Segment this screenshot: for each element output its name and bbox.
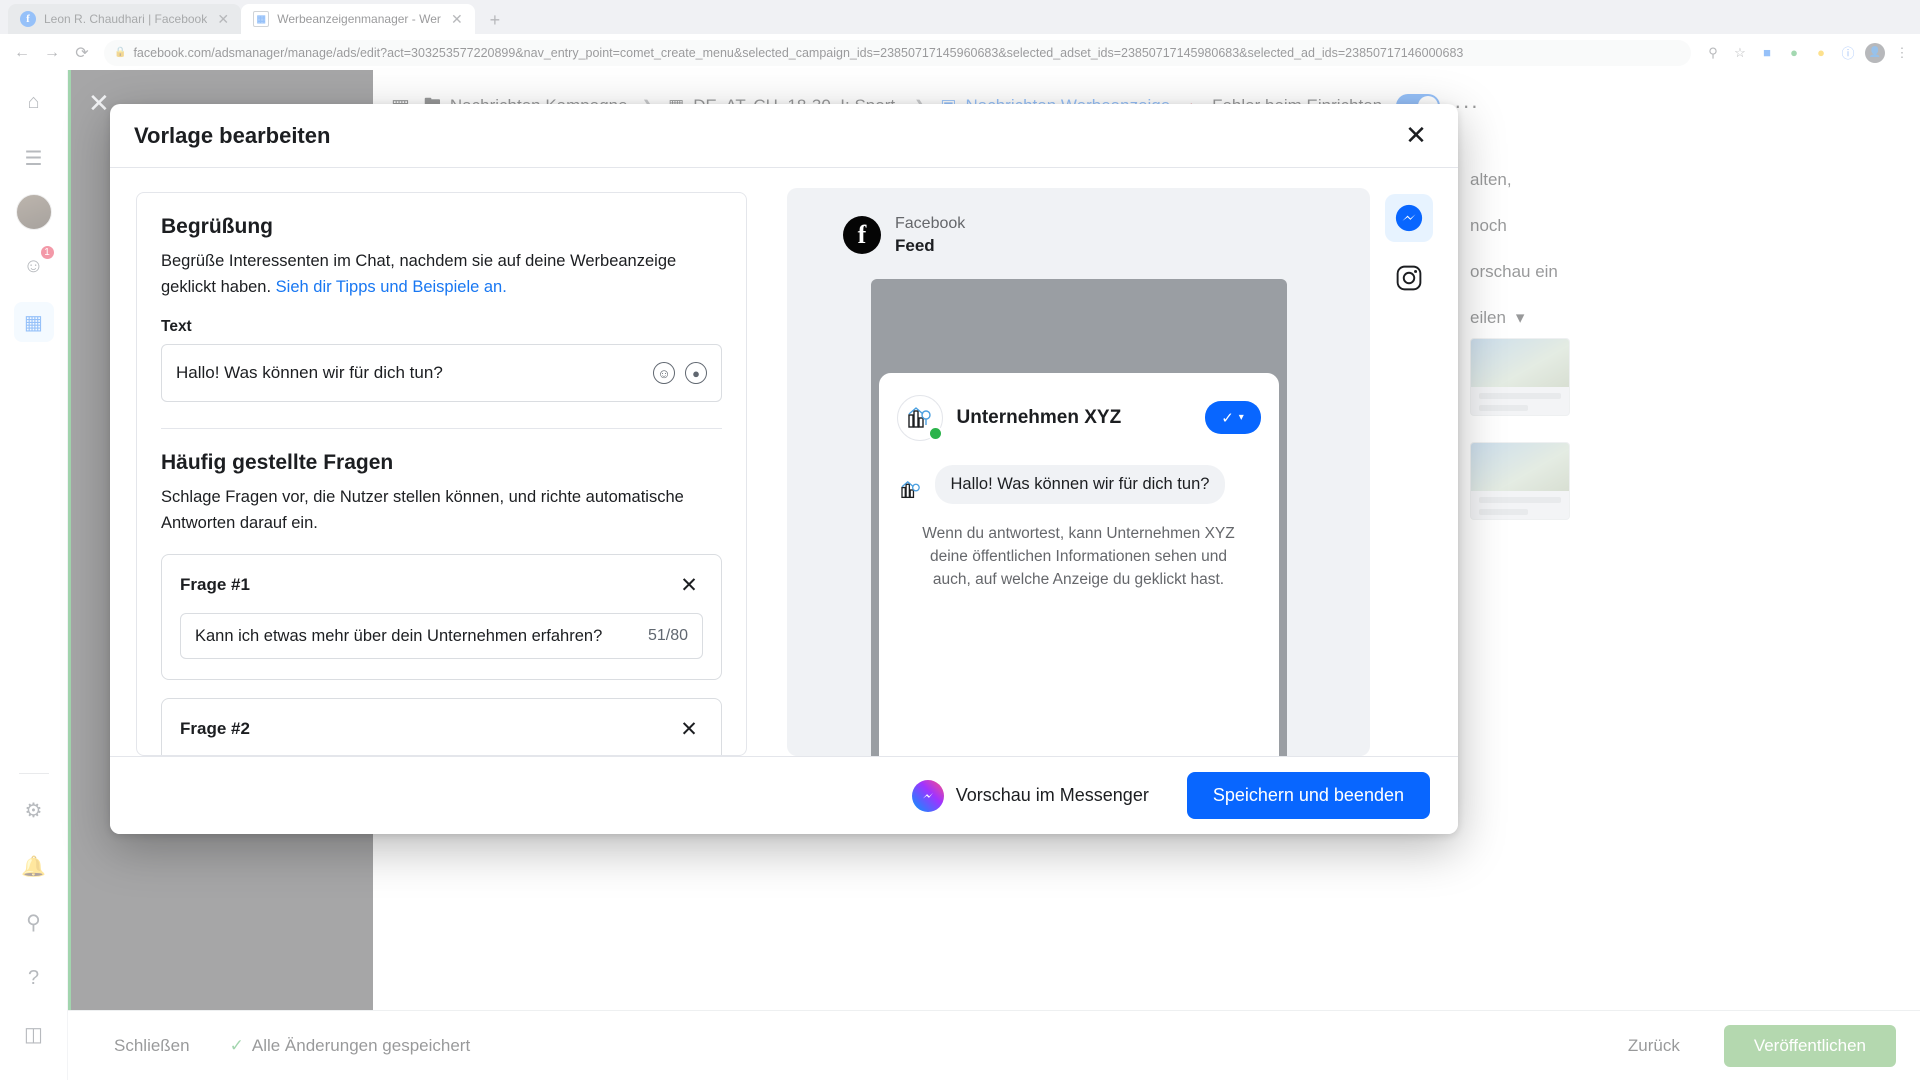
form-card: Begrüßung Begrüße Interessenten im Chat,…: [136, 192, 747, 756]
emoji-icon[interactable]: ☺: [653, 362, 675, 385]
dialog-body: Begrüßung Begrüße Interessenten im Chat,…: [110, 168, 1458, 756]
instagram-glyph: [1396, 265, 1422, 291]
close-icon[interactable]: ✕: [1398, 118, 1434, 154]
chat-message-row: Hallo! Was können wir für dich tun?: [897, 464, 1261, 504]
preview-placement-label: Feed: [895, 235, 935, 255]
faq-question-value: Kann ich etwas mehr über dein Unternehme…: [195, 626, 603, 645]
preview-in-messenger-button[interactable]: Vorschau im Messenger: [890, 768, 1171, 824]
browser-window: f Leon R. Chaudhari | Facebook ✕ ▦ Werbe…: [0, 0, 1920, 1080]
dialog-footer: Vorschau im Messenger Speichern und been…: [110, 756, 1458, 834]
faq-question-title: Frage #2: [180, 719, 250, 739]
character-counter: 51/80: [647, 627, 688, 645]
business-chart-icon: [896, 394, 943, 441]
greeting-text-value: Hallo! Was können wir für dich tun?: [176, 363, 443, 383]
dialog-header: Vorlage bearbeiten ✕: [110, 104, 1458, 168]
messenger-chat-card: Unternehmen XYZ ✓ ▾ Hallo! Was können wi…: [878, 372, 1279, 756]
faq-question-input[interactable]: Kann ich etwas mehr über dein Unternehme…: [180, 613, 703, 660]
greeting-text-input[interactable]: Hallo! Was können wir für dich tun? ☺ ●: [161, 344, 722, 403]
greeting-bubble: Hallo! Was können wir für dich tun?: [934, 464, 1226, 504]
chat-header: Unternehmen XYZ ✓ ▾: [896, 394, 1261, 441]
messenger-glyph: [1395, 204, 1423, 232]
chart-glyph: [907, 406, 931, 428]
preview-platform-label: Facebook: [895, 215, 966, 232]
messenger-glyph: [922, 792, 933, 798]
business-name: Unternehmen XYZ: [956, 406, 1122, 428]
preview-button-label: Vorschau im Messenger: [955, 785, 1149, 805]
preview-stage: f Facebook Feed Unternehmen XYZ ✓ ▾ Hall…: [787, 188, 1370, 756]
instagram-icon[interactable]: [1385, 254, 1433, 302]
greeting-text-label: Text: [161, 318, 192, 336]
divider: [161, 428, 722, 430]
preview-pane: f Facebook Feed Unternehmen XYZ ✓ ▾ Hall…: [773, 168, 1458, 756]
faq-question-card: Frage #1 ✕ Kann ich etwas mehr über dein…: [161, 554, 722, 681]
template-form: Begrüßung Begrüße Interessenten im Chat,…: [110, 168, 773, 756]
greeting-description: Begrüße Interessenten im Chat, nachdem s…: [161, 249, 722, 300]
messenger-icon: [911, 779, 944, 812]
page-title: Vorlage bearbeiten: [134, 122, 331, 148]
chevron-down-icon: ▾: [1238, 412, 1244, 424]
business-chart-icon: [897, 476, 925, 504]
tips-link[interactable]: Sieh dir Tipps und Beispiele an.: [276, 278, 507, 296]
remove-question-icon[interactable]: ✕: [675, 715, 703, 743]
edit-template-dialog: Vorlage bearbeiten ✕ Begrüßung Begrüße I…: [110, 104, 1458, 834]
online-status-dot: [927, 425, 943, 441]
check-icon: ✓: [1221, 409, 1234, 427]
messenger-icon[interactable]: [1385, 194, 1433, 242]
platform-selector: [1380, 188, 1438, 756]
preview-source: f Facebook Feed: [787, 214, 1370, 257]
faq-heading: Häufig gestellte Fragen: [161, 451, 394, 475]
verified-action-button[interactable]: ✓ ▾: [1204, 401, 1261, 435]
remove-question-icon[interactable]: ✕: [675, 571, 703, 599]
faq-description: Schlage Fragen vor, die Nutzer stellen k…: [161, 488, 684, 532]
faq-question-header: Frage #1 ✕: [180, 571, 703, 599]
save-and-finish-button[interactable]: Speichern und beenden: [1186, 772, 1430, 819]
chart-glyph: [900, 480, 920, 498]
preview-device-frame: Unternehmen XYZ ✓ ▾ Hallo! Was können wi…: [870, 278, 1287, 756]
person-icon[interactable]: ●: [685, 362, 707, 385]
faq-question-header: Frage #2 ✕: [180, 715, 703, 743]
greeting-heading: Begrüßung: [161, 215, 273, 238]
chat-disclaimer: Wenn du antwortest, kann Unternehmen XYZ…: [922, 524, 1235, 589]
faq-question-title: Frage #1: [180, 575, 250, 595]
faq-question-card: Frage #2 ✕ Kannst du mir etwas mehr über…: [161, 698, 722, 755]
facebook-icon: f: [843, 216, 881, 255]
